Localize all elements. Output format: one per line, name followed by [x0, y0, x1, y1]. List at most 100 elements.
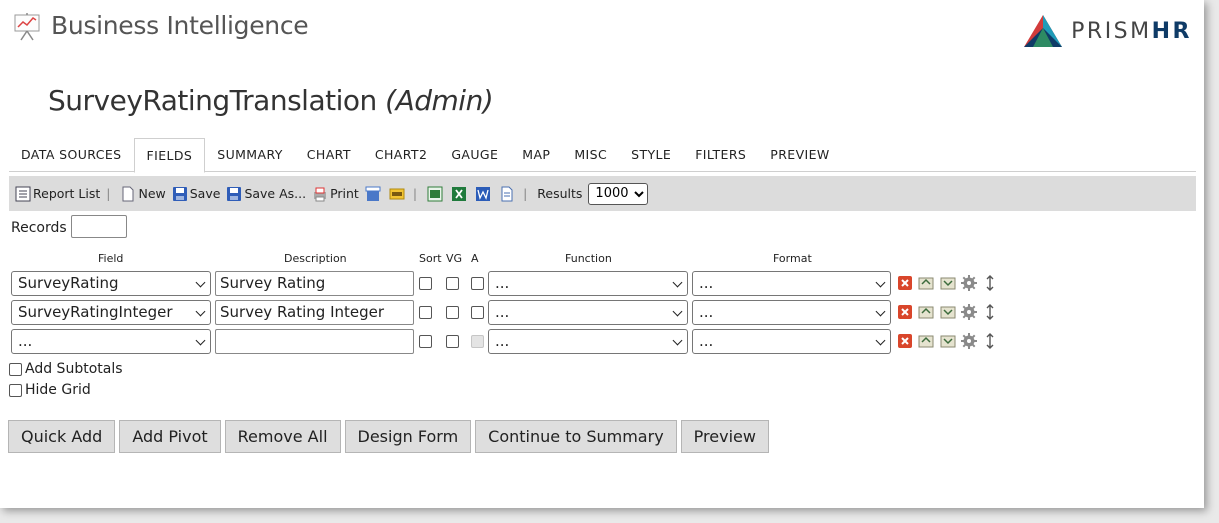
- new-button[interactable]: New: [120, 186, 166, 202]
- a-checkbox[interactable]: [471, 277, 484, 290]
- toolbar-separator: |: [106, 186, 111, 201]
- tab-chart2[interactable]: CHART2: [363, 138, 439, 170]
- format-select[interactable]: ...: [692, 329, 891, 354]
- page-title: SurveyRatingTranslation (Admin): [48, 84, 494, 117]
- results-label: Results: [537, 186, 583, 201]
- list-icon: [15, 186, 31, 201]
- prism-logo-icon: [1024, 15, 1063, 47]
- sort-checkbox[interactable]: [419, 306, 432, 319]
- floppy-disk-icon: [227, 186, 242, 201]
- floppy-disk-icon: [172, 186, 187, 201]
- print-button[interactable]: Print: [312, 186, 359, 202]
- document-icon: [501, 186, 513, 201]
- save-as-button[interactable]: Save As...: [226, 186, 306, 202]
- app-title: Business Intelligence: [51, 11, 309, 40]
- tab-style[interactable]: STYLE: [619, 138, 683, 170]
- excel-button[interactable]: [451, 186, 469, 202]
- sql-icon: [389, 188, 405, 199]
- tab-bar: DATA SOURCES FIELDS SUMMARY CHART CHART2…: [9, 138, 1196, 173]
- field-column-header: Field: [98, 252, 124, 265]
- preview-button[interactable]: Preview: [680, 420, 769, 453]
- tab-chart[interactable]: CHART: [295, 138, 363, 170]
- presentation-chart-icon: [14, 13, 40, 41]
- delete-icon[interactable]: [897, 333, 913, 349]
- add-pivot-button[interactable]: Add Pivot: [119, 420, 221, 453]
- vg-column-header: VG: [446, 252, 463, 265]
- hide-grid-option[interactable]: Hide Grid: [9, 382, 91, 398]
- drag-handle-icon[interactable]: [982, 304, 998, 320]
- tab-gauge[interactable]: GAUGE: [439, 138, 510, 170]
- excel-export-button[interactable]: [427, 186, 445, 202]
- tab-map[interactable]: MAP: [510, 138, 562, 170]
- move-up-icon[interactable]: [918, 275, 934, 291]
- gear-icon[interactable]: [961, 304, 977, 320]
- tab-filters[interactable]: FILTERS: [683, 138, 758, 170]
- tab-preview[interactable]: PREVIEW: [758, 138, 841, 170]
- word-button[interactable]: [475, 186, 493, 202]
- function-select[interactable]: ...: [488, 271, 688, 296]
- field-select[interactable]: SurveyRatingInteger: [11, 300, 211, 325]
- a-checkbox: [471, 335, 484, 348]
- records-label: Records: [11, 220, 67, 236]
- move-down-icon[interactable]: [940, 304, 956, 320]
- a-column-header: A: [471, 252, 479, 265]
- drag-handle-icon[interactable]: [982, 333, 998, 349]
- toolbar-separator: |: [412, 186, 418, 201]
- tab-fields[interactable]: FIELDS: [133, 138, 206, 173]
- description-input[interactable]: Survey Rating: [215, 271, 414, 296]
- format-select[interactable]: ...: [692, 300, 891, 325]
- vg-checkbox[interactable]: [446, 306, 459, 319]
- add-subtotals-label: Add Subtotals: [25, 361, 123, 377]
- design-form-button[interactable]: Design Form: [344, 420, 472, 453]
- quick-add-button[interactable]: Quick Add: [8, 420, 116, 453]
- new-document-icon: [122, 186, 134, 201]
- sort-column-header: Sort: [419, 252, 442, 265]
- function-column-header: Function: [565, 252, 612, 265]
- format-column-header: Format: [773, 252, 812, 265]
- move-down-icon[interactable]: [940, 333, 956, 349]
- delete-icon[interactable]: [897, 275, 913, 291]
- vg-checkbox[interactable]: [446, 277, 459, 290]
- format-select[interactable]: ...: [692, 271, 891, 296]
- prismhr-logo: PRISMHR: [1023, 14, 1192, 48]
- remove-all-button[interactable]: Remove All: [224, 420, 341, 453]
- add-subtotals-checkbox[interactable]: [9, 362, 22, 376]
- move-up-icon[interactable]: [918, 333, 934, 349]
- gear-icon[interactable]: [961, 275, 977, 291]
- report-list-button[interactable]: Report List: [15, 186, 100, 202]
- field-select[interactable]: ...: [11, 329, 211, 354]
- html-export-button[interactable]: [365, 186, 383, 202]
- records-input[interactable]: [71, 215, 127, 238]
- move-down-icon[interactable]: [940, 275, 956, 291]
- function-select[interactable]: ...: [488, 329, 688, 354]
- function-select[interactable]: ...: [488, 300, 688, 325]
- tab-summary[interactable]: SUMMARY: [205, 138, 295, 170]
- hide-grid-checkbox[interactable]: [9, 383, 22, 397]
- gear-icon[interactable]: [961, 333, 977, 349]
- toolbar: Report List | New Save Save As... Print …: [9, 176, 1196, 211]
- text-export-button[interactable]: [499, 186, 517, 202]
- sort-checkbox[interactable]: [419, 335, 432, 348]
- excel-grid-icon: [427, 186, 443, 201]
- word-icon: [476, 186, 491, 201]
- hide-grid-label: Hide Grid: [25, 382, 91, 398]
- pdf-print-icon: [314, 187, 327, 201]
- field-select[interactable]: SurveyRating: [11, 271, 211, 296]
- vg-checkbox[interactable]: [446, 335, 459, 348]
- description-input[interactable]: [215, 329, 414, 354]
- tab-misc[interactable]: MISC: [562, 138, 619, 170]
- sql-button[interactable]: [389, 186, 407, 202]
- move-up-icon[interactable]: [918, 304, 934, 320]
- excel-icon: [452, 186, 467, 201]
- drag-handle-icon[interactable]: [982, 275, 998, 291]
- app-window: Business Intelligence PRISMHR SurveyRati…: [0, 0, 1204, 508]
- results-select[interactable]: 1000: [588, 182, 649, 205]
- tab-data-sources[interactable]: DATA SOURCES: [9, 138, 134, 170]
- delete-icon[interactable]: [897, 304, 913, 320]
- a-checkbox[interactable]: [471, 306, 484, 319]
- add-subtotals-option[interactable]: Add Subtotals: [9, 361, 123, 377]
- continue-to-summary-button[interactable]: Continue to Summary: [475, 420, 677, 453]
- sort-checkbox[interactable]: [419, 277, 432, 290]
- description-input[interactable]: Survey Rating Integer: [215, 300, 414, 325]
- save-button[interactable]: Save: [172, 186, 220, 202]
